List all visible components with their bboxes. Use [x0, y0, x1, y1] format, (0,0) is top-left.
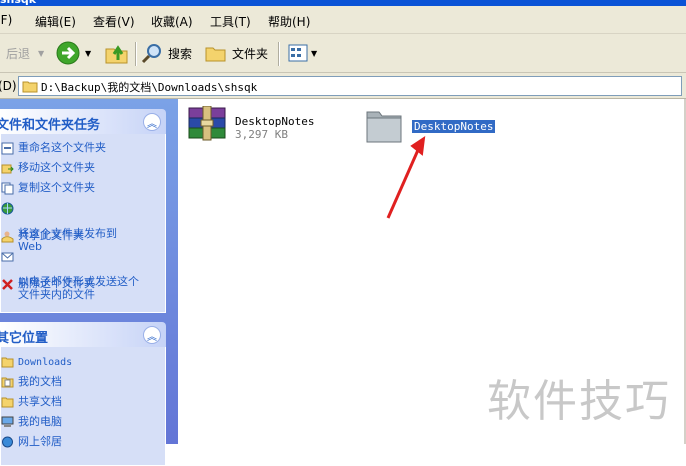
folder-icon — [22, 81, 38, 93]
place-my-documents[interactable]: 我的文档 — [1, 375, 165, 395]
place-downloads[interactable]: Downloads — [1, 355, 165, 375]
address-label: (D) — [0, 79, 17, 93]
address-input[interactable]: D:\Backup\我的文档\Downloads\shsqk — [18, 76, 682, 96]
task-email-files[interactable]: 以电子邮件形式发送这个 文件夹内的文件 — [1, 249, 165, 301]
address-bar: (D) D:\Backup\我的文档\Downloads\shsqk — [0, 73, 686, 99]
my-documents-icon — [1, 376, 14, 392]
panel-body: 重命名这个文件夹 移动这个文件夹 复制这个文件夹 将这个文件夹发布到 Web 共… — [0, 134, 166, 313]
chevron-down-icon: ▼ — [38, 48, 45, 58]
rename-icon — [1, 142, 14, 155]
my-computer-icon — [1, 416, 14, 432]
menu-help[interactable]: 帮助(H) — [268, 13, 310, 30]
publish-web-icon — [1, 202, 14, 215]
watermark: 软件技巧 — [487, 376, 671, 427]
folders-button[interactable]: 文件夹 — [204, 34, 268, 72]
task-publish-web[interactable]: 将这个文件夹发布到 Web — [1, 201, 165, 253]
task-copy-folder[interactable]: 复制这个文件夹 — [1, 181, 165, 201]
file-name: DesktopNotes — [235, 115, 315, 128]
forward-button[interactable]: ▼ — [55, 34, 91, 72]
file-item-archive[interactable]: DesktopNotes 3,297 KB — [187, 106, 327, 146]
file-folder-tasks-panel: 文件和文件夹任务 ︽ 重命名这个文件夹 移动这个文件夹 复制这个文件夹 将这个文… — [0, 109, 166, 313]
menu-tools[interactable]: 工具(T) — [210, 13, 251, 30]
search-button[interactable]: 搜索 — [140, 34, 192, 72]
network-icon — [1, 436, 14, 452]
address-path: D:\Backup\我的文档\Downloads\shsqk — [41, 81, 258, 94]
move-icon — [1, 162, 14, 175]
task-pane: 文件和文件夹任务 ︽ 重命名这个文件夹 移动这个文件夹 复制这个文件夹 将这个文… — [0, 99, 178, 466]
back-button[interactable]: 后退 ▼ — [0, 34, 44, 72]
chevron-down-icon: ▼ — [85, 48, 92, 58]
place-my-computer[interactable]: 我的电脑 — [1, 415, 165, 435]
folder-icon — [205, 47, 226, 62]
task-move-folder[interactable]: 移动这个文件夹 — [1, 161, 165, 181]
place-shared-documents[interactable]: 共享文档 — [1, 395, 165, 415]
up-folder-icon — [105, 45, 128, 64]
menu-file[interactable]: (F) — [0, 13, 12, 27]
panel-title: 其它位置 — [0, 331, 49, 346]
collapse-icon[interactable]: ︽ — [143, 326, 161, 344]
panel-body: Downloads 我的文档 共享文档 我的电脑 网上邻居 — [0, 347, 166, 466]
email-icon — [1, 250, 14, 263]
panel-header[interactable]: 文件和文件夹任务 ︽ — [0, 109, 166, 134]
task-delete-folder[interactable]: 删除这个文件夹 — [1, 277, 165, 297]
copy-icon — [1, 182, 14, 195]
file-size: 3,297 KB — [235, 128, 288, 141]
place-network[interactable]: 网上邻居 — [1, 435, 165, 455]
panel-header[interactable]: 其它位置 ︽ — [0, 322, 166, 347]
other-places-panel: 其它位置 ︽ Downloads 我的文档 共享文档 我的电脑 网上邻居 — [0, 322, 166, 466]
menu-favorites[interactable]: 收藏(A) — [151, 13, 193, 30]
chevron-down-icon: ▼ — [311, 48, 318, 58]
forward-arrow-icon — [56, 41, 80, 65]
toolbar: 后退 ▼ ▼ 搜索 文件夹 ▼ — [0, 34, 686, 73]
views-icon — [288, 44, 308, 62]
up-folder-button[interactable] — [104, 34, 130, 72]
search-icon — [141, 44, 161, 64]
views-button[interactable]: ▼ — [287, 34, 317, 72]
menu-edit[interactable]: 编辑(E) — [35, 13, 76, 30]
menu-view[interactable]: 查看(V) — [93, 13, 135, 30]
share-icon — [1, 230, 14, 243]
toolbar-separator — [135, 42, 137, 66]
shared-documents-icon — [1, 396, 14, 412]
toolbar-separator — [278, 42, 280, 66]
file-name: DesktopNotes — [410, 119, 497, 134]
annotation-arrow-icon — [386, 135, 426, 219]
menu-bar: (F) 编辑(E) 查看(V) 收藏(A) 工具(T) 帮助(H) — [0, 6, 686, 34]
folder-icon — [1, 356, 14, 372]
delete-icon — [1, 278, 14, 291]
winrar-archive-icon — [188, 106, 226, 141]
task-rename-folder[interactable]: 重命名这个文件夹 — [1, 141, 165, 161]
collapse-icon[interactable]: ︽ — [143, 113, 161, 131]
panel-title: 文件和文件夹任务 — [0, 118, 101, 133]
task-share-folder[interactable]: 共享此文件夹 — [1, 229, 165, 249]
